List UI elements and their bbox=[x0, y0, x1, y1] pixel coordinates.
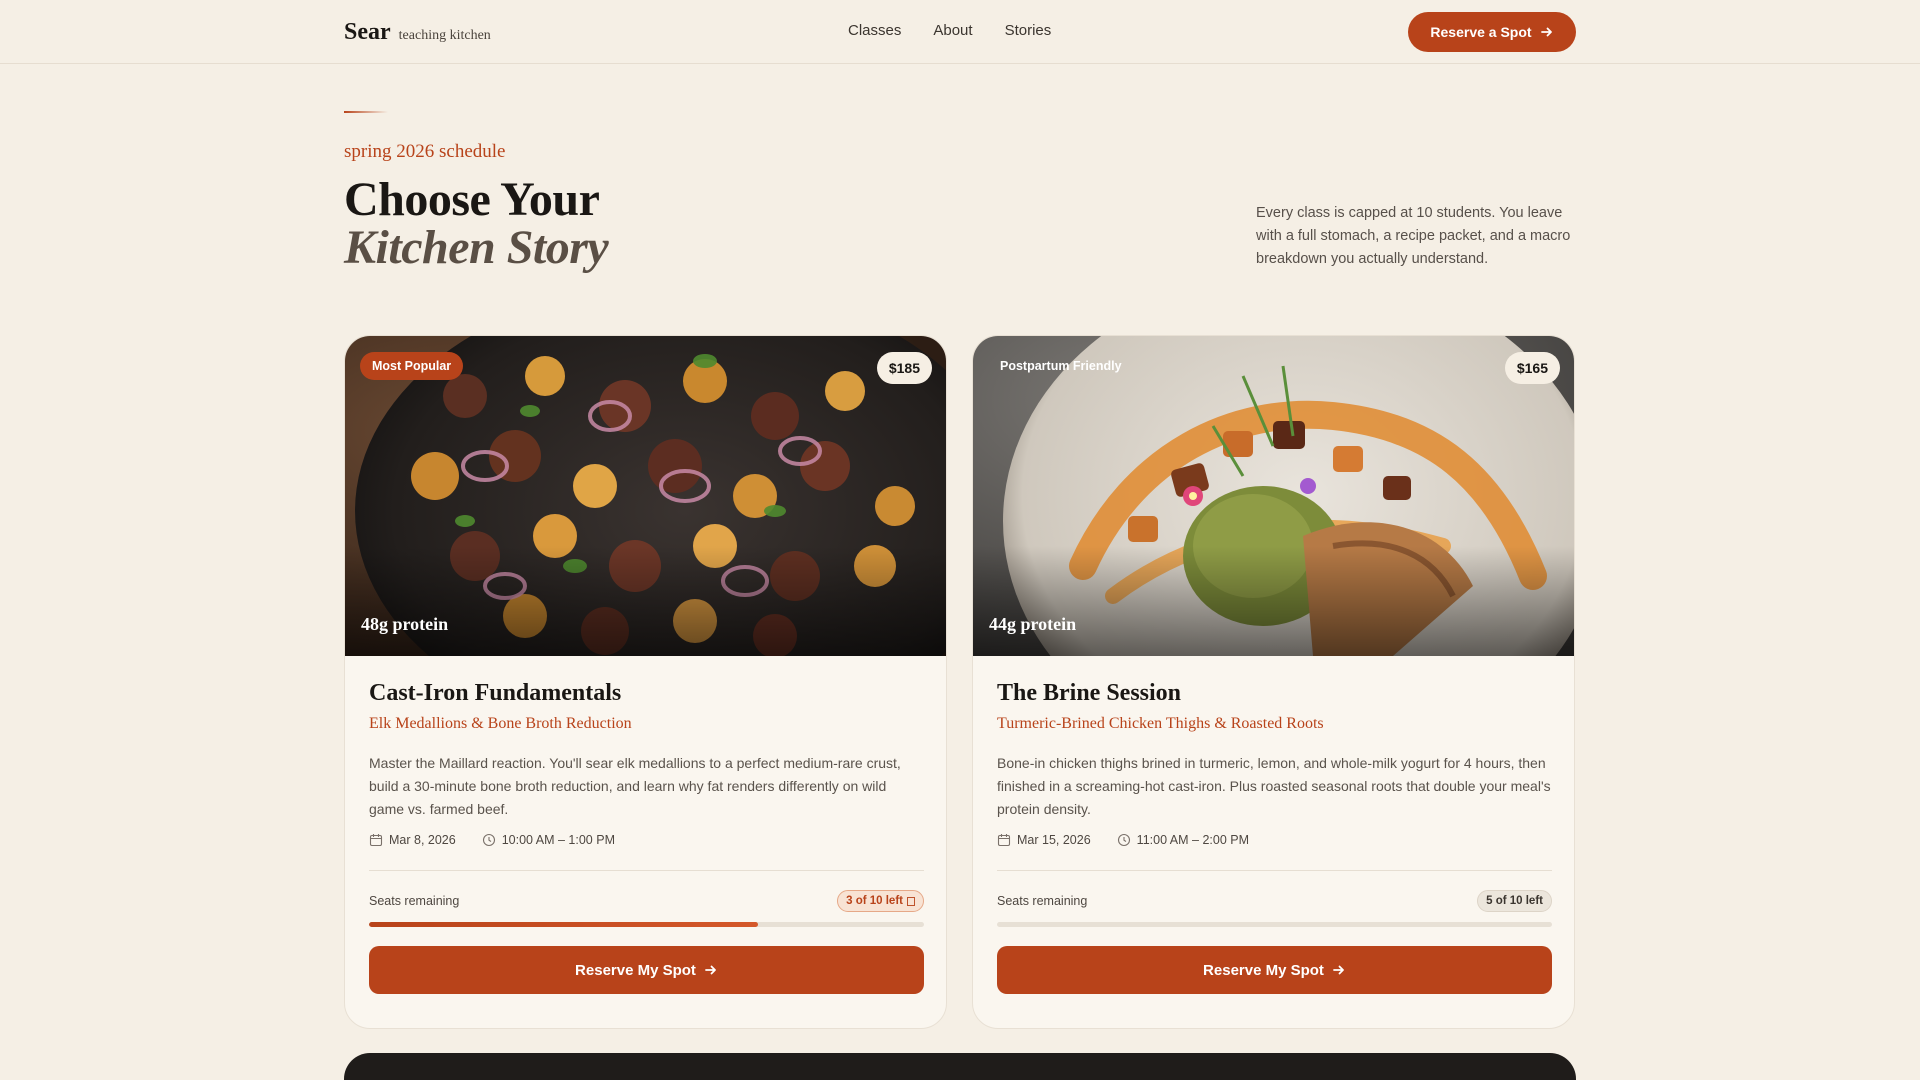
class-time: 10:00 AM – 1:00 PM bbox=[501, 833, 615, 847]
class-meta: Mar 15, 2026 11:00 AM – 2:00 PM bbox=[997, 833, 1249, 847]
protein-label: 44g protein bbox=[989, 614, 1077, 634]
reserve-my-spot-label: Reserve My Spot bbox=[1203, 961, 1324, 979]
seats-progress-bar bbox=[997, 922, 1552, 927]
photo-shade bbox=[973, 546, 1574, 656]
class-date: Mar 8, 2026 bbox=[389, 833, 456, 847]
reserve-my-spot-button[interactable]: Reserve My Spot bbox=[997, 946, 1552, 994]
reserve-my-spot-label: Reserve My Spot bbox=[575, 961, 696, 979]
nav-link-about[interactable]: About bbox=[933, 22, 972, 39]
seats-left-text: 3 of 10 left bbox=[846, 895, 903, 907]
nav-link-stories[interactable]: Stories bbox=[1005, 22, 1052, 39]
class-card-cast-iron: Most Popular $185 48g protein Cast-Iron … bbox=[344, 335, 947, 1029]
postpartum-friendly-badge: Postpartum Friendly bbox=[1000, 359, 1122, 373]
class-description: Bone-in chicken thighs brined in turmeri… bbox=[997, 755, 1551, 817]
reserve-a-spot-button[interactable]: Reserve a Spot bbox=[1408, 12, 1576, 52]
seats-left-badge: 5 of 10 left bbox=[1477, 890, 1552, 912]
seats-label: Seats remaining bbox=[369, 894, 460, 908]
page-title-line1: Choose Your bbox=[344, 173, 600, 226]
seats-label: Seats remaining bbox=[997, 894, 1088, 908]
protein-label: 48g protein bbox=[361, 614, 449, 634]
accent-line bbox=[344, 111, 388, 113]
arrow-right-icon bbox=[705, 965, 716, 975]
intro-text: Every class is capped at 10 students. Yo… bbox=[1256, 205, 1571, 267]
calendar-icon bbox=[369, 834, 383, 847]
class-title: The Brine Session bbox=[997, 680, 1182, 706]
class-photo-elk-skillet: Most Popular $185 48g protein bbox=[345, 336, 946, 656]
top-nav: Sear teaching kitchen Classes About Stor… bbox=[0, 0, 1920, 64]
page-title-line2: Kitchen Story bbox=[344, 221, 609, 274]
price-badge: $165 bbox=[1504, 352, 1560, 384]
seats-left-text: 5 of 10 left bbox=[1486, 895, 1543, 907]
calendar-icon bbox=[997, 834, 1011, 847]
brand[interactable]: Sear teaching kitchen bbox=[344, 19, 491, 46]
class-card-brine-session: Postpartum Friendly $165 44g protein The… bbox=[972, 335, 1575, 1029]
nav-link-classes[interactable]: Classes bbox=[848, 22, 901, 39]
reserve-a-spot-label: Reserve a Spot bbox=[1430, 24, 1532, 40]
brand-tagline: teaching kitchen bbox=[398, 28, 491, 43]
seats-progress-bar bbox=[369, 922, 924, 927]
divider bbox=[997, 870, 1552, 871]
class-date: Mar 15, 2026 bbox=[1017, 833, 1091, 847]
arrow-right-icon bbox=[1333, 965, 1344, 975]
class-description: Master the Maillard reaction. You'll sea… bbox=[369, 755, 901, 817]
photo-shade bbox=[345, 546, 946, 656]
flame-icon bbox=[907, 896, 915, 906]
class-meta: Mar 8, 2026 10:00 AM – 1:00 PM bbox=[369, 833, 615, 847]
seats-progress-fill bbox=[369, 922, 758, 927]
seats-left-badge: 3 of 10 left bbox=[837, 890, 924, 912]
most-popular-badge: Most Popular bbox=[360, 352, 464, 380]
class-subtitle: Elk Medallions & Bone Broth Reduction bbox=[369, 715, 632, 732]
class-title: Cast-Iron Fundamentals bbox=[369, 680, 622, 706]
class-subtitle: Turmeric-Brined Chicken Thighs & Roasted… bbox=[997, 715, 1324, 732]
reserve-my-spot-button[interactable]: Reserve My Spot bbox=[369, 946, 924, 994]
clock-icon bbox=[1117, 833, 1130, 847]
clock-icon bbox=[482, 833, 495, 847]
arrow-right-icon bbox=[1540, 27, 1552, 37]
price-badge: $185 bbox=[876, 352, 932, 384]
divider bbox=[369, 870, 924, 871]
nav-links: Classes About Stories bbox=[848, 22, 1051, 39]
dark-section-top bbox=[344, 1053, 1576, 1080]
class-time: 11:00 AM – 2:00 PM bbox=[1136, 833, 1250, 847]
brand-name: Sear bbox=[344, 19, 391, 45]
class-photo-chicken-plate: Postpartum Friendly $165 44g protein bbox=[973, 336, 1574, 656]
schedule-eyebrow: spring 2026 schedule bbox=[344, 141, 506, 162]
